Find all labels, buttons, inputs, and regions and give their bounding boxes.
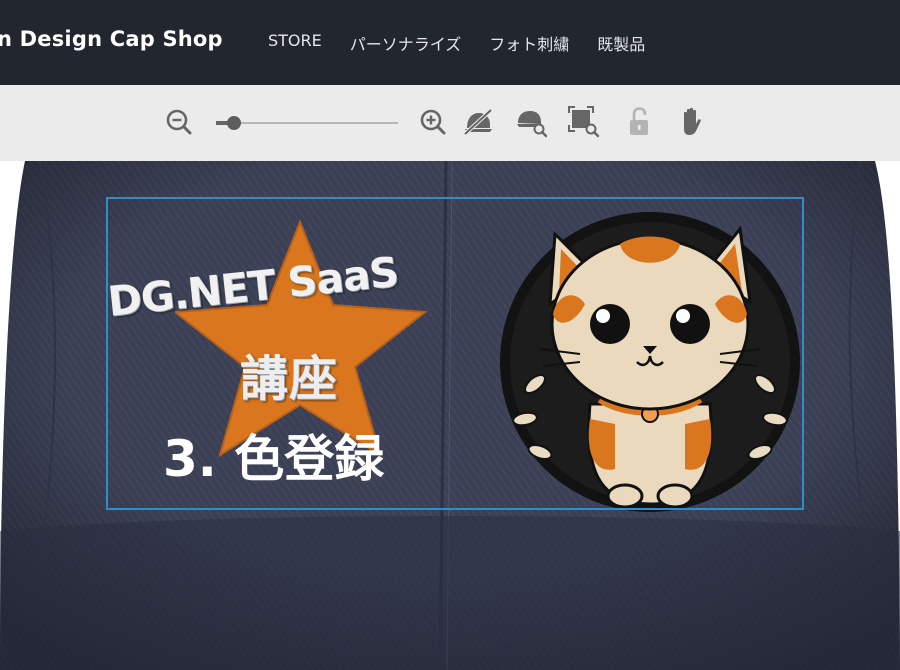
editor-toolbar bbox=[0, 85, 900, 161]
hide-cap-icon[interactable] bbox=[461, 105, 495, 139]
nav-ready-made[interactable]: 既製品 bbox=[597, 31, 645, 55]
hand-pan-icon[interactable] bbox=[675, 105, 709, 139]
zoom-out-icon[interactable] bbox=[162, 105, 196, 139]
nav-store[interactable]: STORE bbox=[268, 31, 322, 55]
nav-personalize[interactable]: パーソナライズ bbox=[350, 31, 462, 55]
zoom-in-icon[interactable] bbox=[416, 105, 450, 139]
zoom-slider-track bbox=[216, 122, 398, 124]
brand-logo[interactable]: n Design Cap Shop bbox=[0, 27, 223, 51]
zoom-slider[interactable] bbox=[216, 113, 398, 133]
unlock-icon[interactable] bbox=[622, 105, 656, 139]
site-header: n Design Cap Shop STORE パーソナライズ フォト刺繍 既製… bbox=[0, 0, 900, 85]
zoom-slider-thumb[interactable] bbox=[227, 116, 241, 130]
cap-preview-icon[interactable] bbox=[515, 105, 549, 139]
nav-photo-embroidery[interactable]: フォト刺繍 bbox=[489, 31, 569, 55]
design-canvas[interactable]: DG.NET SaaS 講座 3. 色登録 bbox=[0, 161, 900, 670]
design-area-frame[interactable] bbox=[106, 197, 804, 510]
crop-preview-icon[interactable] bbox=[567, 105, 601, 139]
main-nav: STORE パーソナライズ フォト刺繍 既製品 bbox=[268, 31, 673, 55]
